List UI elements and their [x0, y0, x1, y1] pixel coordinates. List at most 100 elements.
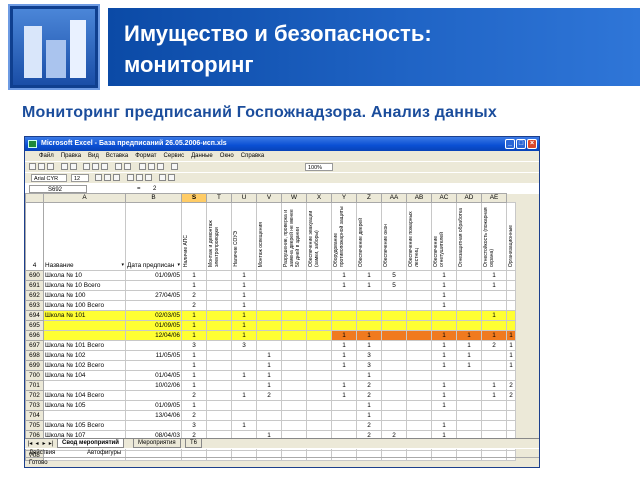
cell-value[interactable]: 1	[331, 350, 357, 361]
cell-value[interactable]	[356, 290, 382, 301]
cell-value[interactable]: 3	[181, 420, 207, 431]
cell-value[interactable]	[306, 420, 332, 431]
cell-date[interactable]	[125, 420, 182, 431]
cell-value[interactable]: 2	[356, 390, 382, 401]
cell-value[interactable]	[456, 420, 482, 431]
row-number[interactable]: 697	[25, 340, 44, 351]
cell-value[interactable]	[206, 420, 232, 431]
cell-value[interactable]	[256, 300, 282, 311]
cell-value[interactable]	[406, 380, 432, 391]
column-header[interactable]: Y	[331, 193, 357, 203]
row-number[interactable]: 693	[25, 300, 44, 311]
cell-value[interactable]	[506, 400, 516, 411]
cell-name[interactable]: Школа № 104 Всего	[43, 390, 126, 401]
cell-value[interactable]	[281, 320, 307, 331]
cell-value[interactable]: 2	[181, 410, 207, 421]
cell-name[interactable]: Школа № 104	[43, 370, 126, 381]
cell-value[interactable]	[456, 380, 482, 391]
cell-value[interactable]	[481, 290, 507, 301]
cell-value[interactable]	[331, 400, 357, 411]
cell-value[interactable]: 1	[481, 310, 507, 321]
cell-value[interactable]	[456, 280, 482, 291]
cell-name[interactable]: Школа № 100 Всего	[43, 300, 126, 311]
zoom-select[interactable]: 100%	[305, 163, 333, 171]
column-header[interactable]: AE	[481, 193, 507, 203]
column-header[interactable]: W	[281, 193, 307, 203]
cell-value[interactable]	[381, 360, 407, 371]
cell-value[interactable]	[356, 300, 382, 311]
italic-icon[interactable]	[104, 174, 111, 181]
fill-color-icon[interactable]	[168, 174, 175, 181]
cell-value[interactable]	[481, 420, 507, 431]
row-number[interactable]: 701	[25, 380, 44, 391]
cell-value[interactable]	[381, 390, 407, 401]
cell-value[interactable]	[381, 290, 407, 301]
cell-value[interactable]: 2	[256, 390, 282, 401]
undo-icon[interactable]	[115, 163, 122, 170]
open-icon[interactable]	[38, 163, 45, 170]
cell-value[interactable]	[381, 320, 407, 331]
cell-value[interactable]: 3	[231, 340, 257, 351]
borders-icon[interactable]	[159, 174, 166, 181]
row-number[interactable]: 700	[25, 370, 44, 381]
cell-value[interactable]: 1	[256, 370, 282, 381]
cell-value[interactable]: 1	[331, 270, 357, 281]
vertical-header-cell[interactable]: Обеспечение дверей	[356, 202, 382, 271]
preview-icon[interactable]	[70, 163, 77, 170]
menu-item-format[interactable]: Формат	[135, 151, 156, 161]
cell-date[interactable]: 12/04/06	[125, 330, 182, 341]
row-number[interactable]: 4	[25, 202, 44, 271]
cell-date[interactable]: 01/09/05	[125, 270, 182, 281]
cell-value[interactable]: 1	[456, 340, 482, 351]
chart-wizard-icon[interactable]	[171, 163, 178, 170]
cell-value[interactable]	[281, 310, 307, 321]
cell-value[interactable]	[381, 370, 407, 381]
cell-value[interactable]	[206, 290, 232, 301]
menu-item-edit[interactable]: Правка	[61, 151, 81, 161]
cell-value[interactable]	[331, 310, 357, 321]
cell-value[interactable]	[206, 280, 232, 291]
vertical-header-cell[interactable]: Разрушение, проверка и замена дверей не …	[281, 202, 307, 271]
cell-value[interactable]	[256, 410, 282, 421]
cell-value[interactable]	[456, 400, 482, 411]
cell-value[interactable]: 1	[356, 400, 382, 411]
row-number[interactable]: 692	[25, 290, 44, 301]
row-number[interactable]: 702	[25, 390, 44, 401]
cell-date[interactable]	[125, 300, 182, 311]
cell-value[interactable]: 1	[506, 360, 516, 371]
cell-value[interactable]: 1	[356, 370, 382, 381]
vertical-header-cell[interactable]: Монтаж освещения	[256, 202, 282, 271]
cell-name[interactable]: Школа № 100	[43, 290, 126, 301]
cell-value[interactable]	[331, 420, 357, 431]
cell-value[interactable]: 1	[456, 330, 482, 341]
column-header[interactable]: Z	[356, 193, 382, 203]
cell-date[interactable]: 01/04/05	[125, 370, 182, 381]
cell-value[interactable]	[206, 340, 232, 351]
cell-value[interactable]: 1	[231, 280, 257, 291]
row-number[interactable]: 699	[25, 360, 44, 371]
cell-value[interactable]	[256, 320, 282, 331]
cell-name[interactable]: Школа № 10	[43, 270, 126, 281]
cell-date[interactable]: 13/04/06	[125, 410, 182, 421]
cell-value[interactable]	[231, 360, 257, 371]
cell-date[interactable]: 10/02/06	[125, 380, 182, 391]
cell-value[interactable]	[406, 390, 432, 401]
cell-value[interactable]	[281, 270, 307, 281]
cell-value[interactable]	[331, 370, 357, 381]
cell-value[interactable]	[306, 330, 332, 341]
cell-value[interactable]	[381, 330, 407, 341]
cell-value[interactable]	[306, 300, 332, 311]
row-number[interactable]: 691	[25, 280, 44, 291]
cell-value[interactable]: 5	[381, 270, 407, 281]
cell-value[interactable]	[231, 410, 257, 421]
cell-value[interactable]	[506, 370, 516, 381]
cell-value[interactable]: 1	[181, 320, 207, 331]
cell-value[interactable]	[406, 280, 432, 291]
cell-value[interactable]	[431, 370, 457, 381]
cell-value[interactable]: 1	[256, 360, 282, 371]
cell-value[interactable]	[381, 350, 407, 361]
cell-value[interactable]	[306, 310, 332, 321]
redo-icon[interactable]	[124, 163, 131, 170]
cell-value[interactable]: 1	[231, 420, 257, 431]
vertical-header-cell[interactable]: Обеспечение огнетушителей	[431, 202, 457, 271]
